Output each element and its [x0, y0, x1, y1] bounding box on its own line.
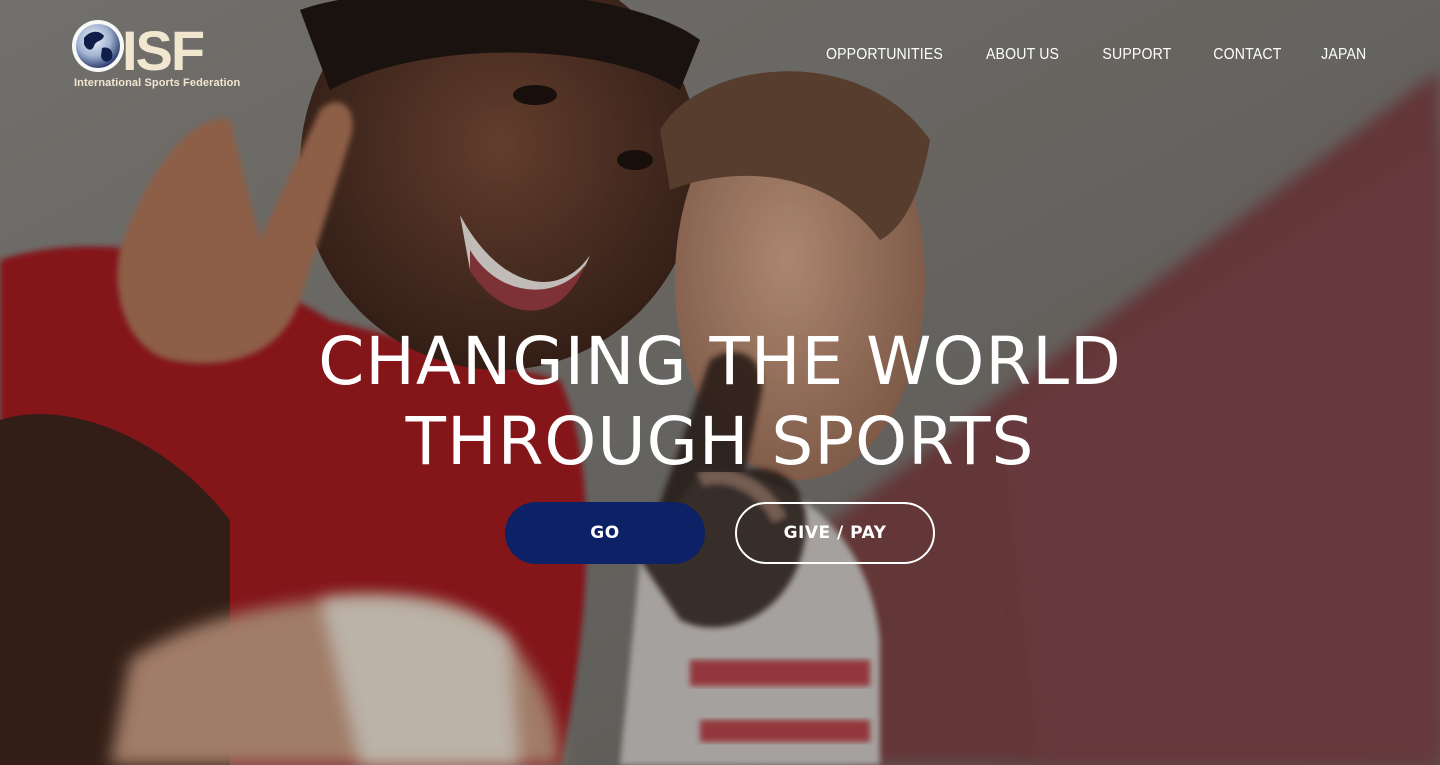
logo-wordmark: ISF [122, 19, 204, 80]
give-pay-button[interactable]: GIVE / PAY [735, 502, 935, 564]
nav-support[interactable]: SUPPORT [1102, 44, 1171, 66]
hero-headline-line2: THROUGH SPORTS [405, 403, 1035, 480]
go-button[interactable]: GO [505, 502, 705, 564]
globe-icon [72, 20, 124, 72]
hero-headline-line1: CHANGING THE WORLD [318, 323, 1122, 400]
hero-cta-group: GO GIVE / PAY [505, 502, 935, 564]
hero-section: ISF International Sports Federation OPPO… [0, 0, 1440, 765]
nav-about-us[interactable]: ABOUT US [986, 44, 1059, 66]
logo-mark: ISF [72, 19, 206, 80]
hero-headline: CHANGING THE WORLD THROUGH SPORTS [0, 322, 1440, 482]
logo-tagline: International Sports Federation [74, 77, 241, 89]
main-nav: OPPORTUNITIES ABOUT US SUPPORT CONTACT J… [810, 44, 1366, 66]
site-logo[interactable]: ISF International Sports Federation [70, 18, 252, 92]
nav-opportunities[interactable]: OPPORTUNITIES [826, 44, 943, 66]
nav-japan[interactable]: JAPAN [1321, 44, 1366, 66]
nav-contact[interactable]: CONTACT [1213, 44, 1281, 66]
